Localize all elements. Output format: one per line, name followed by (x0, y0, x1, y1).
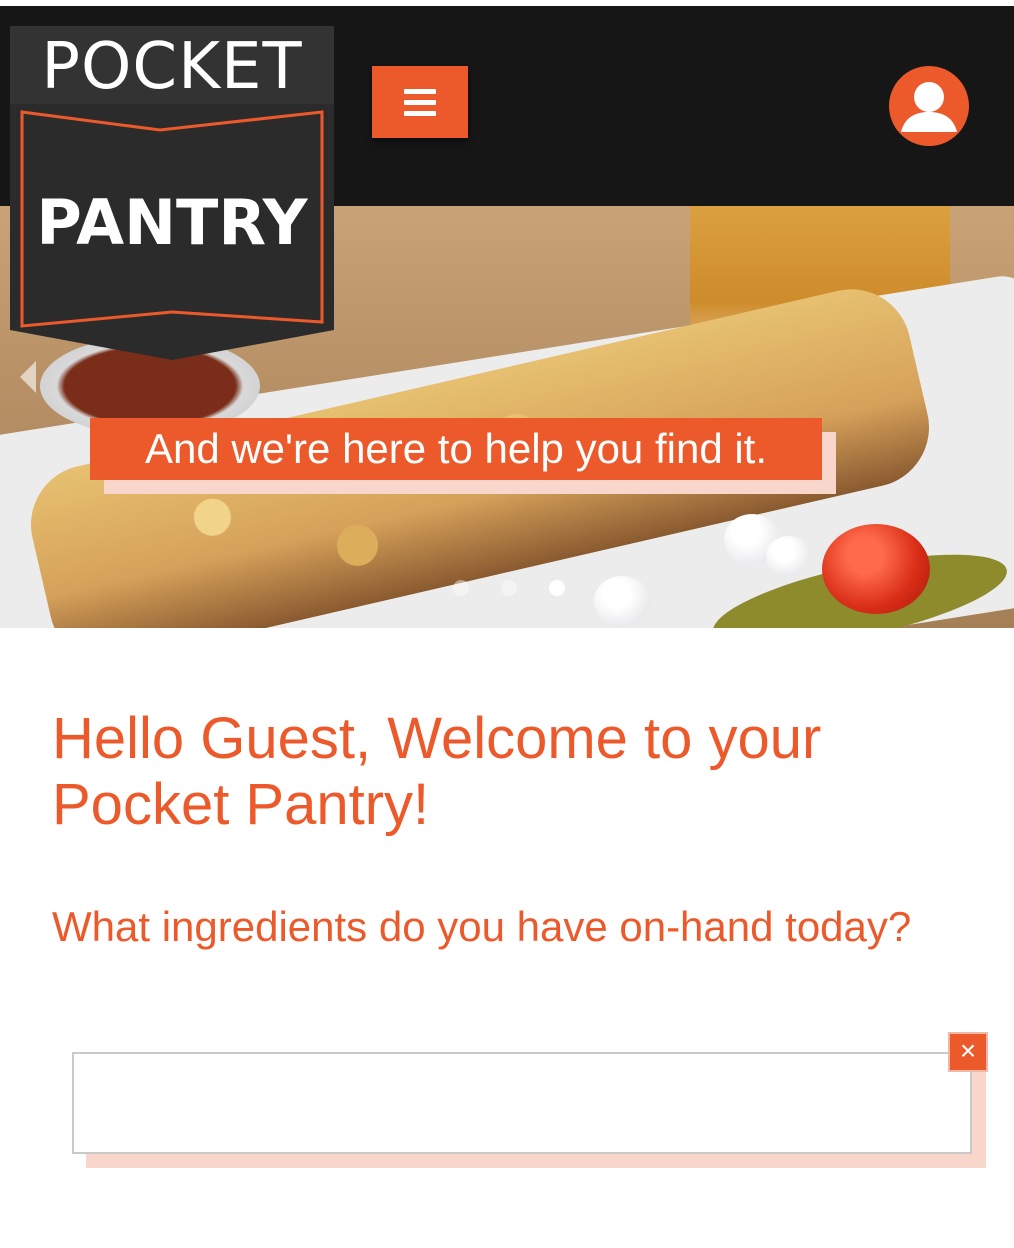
logo-word-pocket: POCKET (41, 30, 303, 104)
ingredients-question: What ingredients do you have on-hand tod… (52, 903, 912, 950)
close-icon: × (959, 1035, 977, 1066)
hero-image-onion (594, 576, 650, 626)
clear-input-button[interactable]: × (948, 1032, 988, 1072)
hero-image-tomato (822, 524, 930, 614)
hero-image-onion (766, 536, 810, 576)
user-profile-button[interactable] (889, 66, 969, 146)
user-avatar-icon (901, 82, 957, 132)
carousel-dot-1[interactable] (453, 580, 469, 596)
logo-word-pantry: PANTRY (36, 186, 308, 259)
carousel-prev-icon[interactable] (20, 361, 36, 393)
pocket-pantry-logo[interactable]: POCKET PANTRY (10, 26, 334, 360)
ingredient-input[interactable] (72, 1052, 972, 1154)
hamburger-icon (404, 88, 436, 116)
carousel-dot-3[interactable] (549, 580, 565, 596)
welcome-heading: Hello Guest, Welcome to your Pocket Pant… (52, 706, 822, 837)
carousel-dot-2[interactable] (501, 580, 517, 596)
hero-caption: And we're here to help you find it. (90, 418, 822, 480)
top-edge (0, 0, 1014, 6)
menu-button[interactable] (372, 66, 468, 138)
carousel-indicators (453, 580, 565, 596)
